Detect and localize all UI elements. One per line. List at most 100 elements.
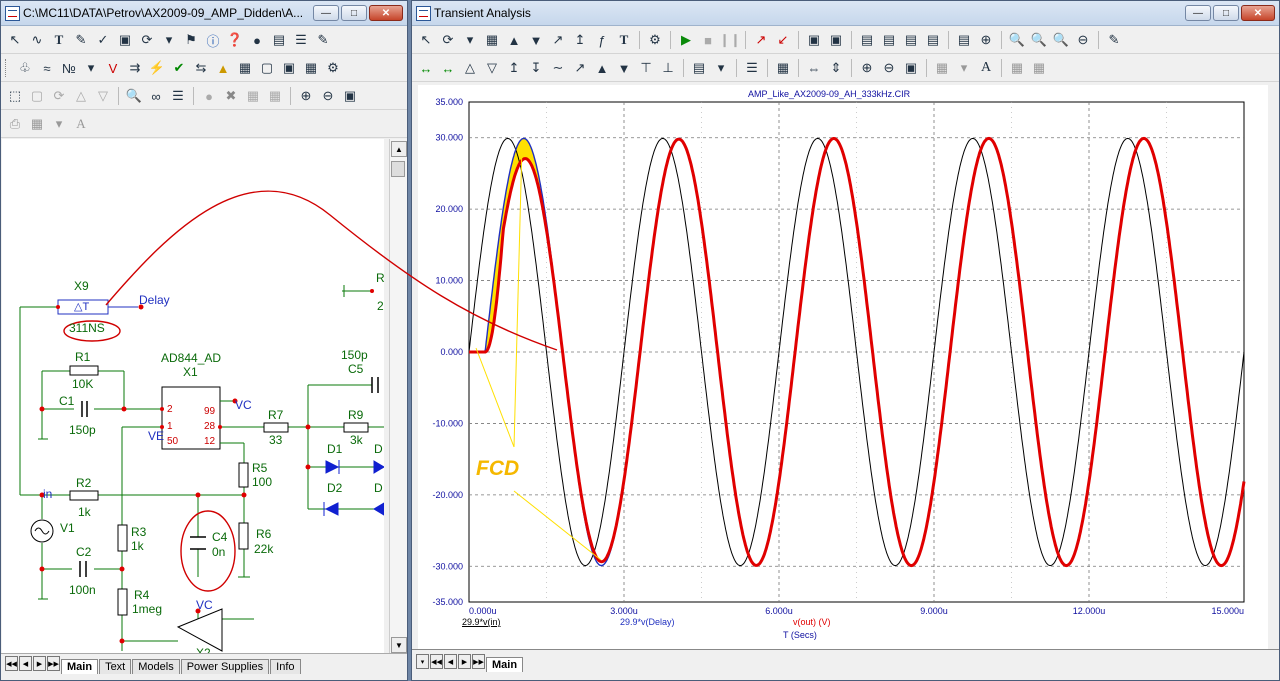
current-icon[interactable]: ⇉ xyxy=(125,58,145,78)
page-icon[interactable]: ▢ xyxy=(257,58,277,78)
high-find-icon[interactable]: ↥ xyxy=(504,58,524,78)
cursor-right-icon[interactable]: ↙ xyxy=(773,30,793,50)
first-page-button[interactable]: ◀◀ xyxy=(430,654,443,669)
grid-both-icon[interactable]: ▤ xyxy=(901,30,921,50)
help-icon[interactable]: ❓ xyxy=(225,30,245,50)
fit-y-icon[interactable]: ⇕ xyxy=(826,58,846,78)
zoom-in-icon[interactable]: ⊕ xyxy=(857,58,877,78)
node-dropdown-icon[interactable]: ▾ xyxy=(81,58,101,78)
warning-icon[interactable]: ▲ xyxy=(213,58,233,78)
inflection-icon[interactable]: ∼ xyxy=(548,58,568,78)
global-low-icon[interactable]: ▼ xyxy=(614,58,634,78)
crosshair-icon[interactable]: ⊕ xyxy=(976,30,996,50)
tab-power-supplies[interactable]: Power Supplies xyxy=(180,659,270,674)
paste-icon[interactable]: ✎ xyxy=(313,30,333,50)
prev-page-button[interactable]: ◀ xyxy=(444,654,457,669)
grid-icon[interactable]: ▦ xyxy=(235,58,255,78)
component-icon[interactable]: ▣ xyxy=(115,30,135,50)
dropdown-icon[interactable]: ▾ xyxy=(159,30,179,50)
border-icon[interactable]: ▦ xyxy=(301,58,321,78)
zoom-out-icon[interactable]: ⊖ xyxy=(879,58,899,78)
legend-trace-out[interactable]: v(out) (V) xyxy=(793,617,831,627)
pen-icon[interactable]: ✎ xyxy=(71,30,91,50)
select-arrow-icon[interactable]: ↖ xyxy=(416,30,436,50)
global-high-icon[interactable]: ▲ xyxy=(592,58,612,78)
peak-icon[interactable]: ▲ xyxy=(504,30,524,50)
probe-icon[interactable]: ● xyxy=(247,30,267,50)
zoom-out-icon[interactable]: ⊖ xyxy=(318,86,338,106)
page2-icon[interactable]: ▣ xyxy=(279,58,299,78)
power-icon[interactable]: ⚡ xyxy=(147,58,167,78)
cursor-left-icon[interactable]: ↗ xyxy=(751,30,771,50)
next-page-button[interactable]: ▶ xyxy=(33,656,46,671)
minimize-button[interactable]: — xyxy=(313,5,339,21)
grid-text-icon[interactable]: ▤ xyxy=(269,30,289,50)
properties-icon[interactable]: ⚙ xyxy=(323,58,343,78)
draw-icon[interactable]: ✓ xyxy=(93,30,113,50)
zoom-icon[interactable]: 🔍 xyxy=(1007,30,1027,50)
tab-main[interactable]: Main xyxy=(61,659,99,674)
zoom-y-icon[interactable]: 🔍 xyxy=(1051,30,1071,50)
top-icon[interactable]: ⊤ xyxy=(636,58,656,78)
valley-find-icon[interactable]: ▽ xyxy=(482,58,502,78)
horizontal-lines-icon[interactable]: ▤ xyxy=(954,30,974,50)
bottom-icon[interactable]: ⊥ xyxy=(658,58,678,78)
zoom-fit-icon[interactable]: ▣ xyxy=(901,58,921,78)
run-icon[interactable]: ▶ xyxy=(676,30,696,50)
slope-icon[interactable]: ↗ xyxy=(548,30,568,50)
scroll-thumb[interactable] xyxy=(391,161,405,177)
close-button[interactable]: ✕ xyxy=(369,5,403,21)
slope-find-icon[interactable]: ↗ xyxy=(570,58,590,78)
scroll-down-button[interactable]: ▼ xyxy=(391,637,407,653)
valley-icon[interactable]: ▼ xyxy=(526,30,546,50)
maximize-button[interactable]: □ xyxy=(1213,5,1239,21)
text-tool-icon[interactable]: T xyxy=(614,30,634,50)
pan-icon[interactable]: ⟳ xyxy=(438,30,458,50)
flag-icon[interactable]: ⚑ xyxy=(181,30,201,50)
node-numbers-icon[interactable]: № xyxy=(59,58,79,78)
peak-find-icon[interactable]: △ xyxy=(460,58,480,78)
function-icon[interactable]: ƒ xyxy=(592,30,612,50)
tab-text[interactable]: Text xyxy=(99,659,132,674)
minimize-button[interactable]: — xyxy=(1185,5,1211,21)
list-icon[interactable]: ☰ xyxy=(168,86,188,106)
binoculars-icon[interactable]: ∞ xyxy=(146,86,166,106)
legend-trace-delay[interactable]: 29.9*v(Delay) xyxy=(620,617,675,627)
select-box-icon[interactable]: ⬚ xyxy=(5,86,25,106)
grid-minor-icon[interactable]: ▤ xyxy=(879,30,899,50)
zoom-in-icon[interactable]: ⊕ xyxy=(296,86,316,106)
maximize-button[interactable]: □ xyxy=(341,5,367,21)
swap-icon[interactable]: ⇆ xyxy=(191,58,211,78)
wire-icon[interactable]: ∿ xyxy=(27,30,47,50)
frame2-icon[interactable]: ▣ xyxy=(826,30,846,50)
low-find-icon[interactable]: ↧ xyxy=(526,58,546,78)
tab-info[interactable]: Info xyxy=(270,659,301,674)
tab-main[interactable]: Main xyxy=(486,657,524,672)
font-icon[interactable]: A xyxy=(976,58,996,78)
close-button[interactable]: ✕ xyxy=(1241,5,1275,21)
frame-icon[interactable]: ▣ xyxy=(804,30,824,50)
clipboard-icon[interactable]: ▤ xyxy=(689,58,709,78)
select-arrow-icon[interactable]: ↖ xyxy=(5,30,25,50)
zoom-out-icon[interactable]: ⊖ xyxy=(1073,30,1093,50)
voltage-icon[interactable]: V xyxy=(103,58,123,78)
tracker-icon[interactable]: ↔ xyxy=(416,58,436,78)
first-page-button[interactable]: ◀◀ xyxy=(5,656,18,671)
rotate-icon[interactable]: ⟳ xyxy=(137,30,157,50)
text-tool-icon[interactable]: T xyxy=(49,30,69,50)
schematic-canvas[interactable]: X9 △T 311NS Delay R1 10K C1 150p AD844_A… xyxy=(2,139,384,655)
dropdown-icon[interactable]: ▾ xyxy=(460,30,480,50)
last-page-button[interactable]: ▶▶ xyxy=(472,654,485,669)
box-icon[interactable]: ▢ xyxy=(27,86,47,106)
tab-models[interactable]: Models xyxy=(132,659,180,674)
zoom-x-icon[interactable]: 🔍 xyxy=(1029,30,1049,50)
scroll-up-button[interactable]: ▲ xyxy=(391,141,407,157)
fit-x-icon[interactable]: ⇔ xyxy=(804,58,824,78)
legend-trace-in[interactable]: 29.9*v(in) xyxy=(462,617,501,627)
layers-icon[interactable]: ☰ xyxy=(291,30,311,50)
tab-dropdown-button[interactable]: ▾ xyxy=(416,654,429,669)
wave-text-icon[interactable]: ≈ xyxy=(37,58,57,78)
high-icon[interactable]: ↥ xyxy=(570,30,590,50)
schematic-vertical-scrollbar[interactable]: ▲ ▼ xyxy=(389,139,407,655)
prev-page-button[interactable]: ◀ xyxy=(19,656,32,671)
